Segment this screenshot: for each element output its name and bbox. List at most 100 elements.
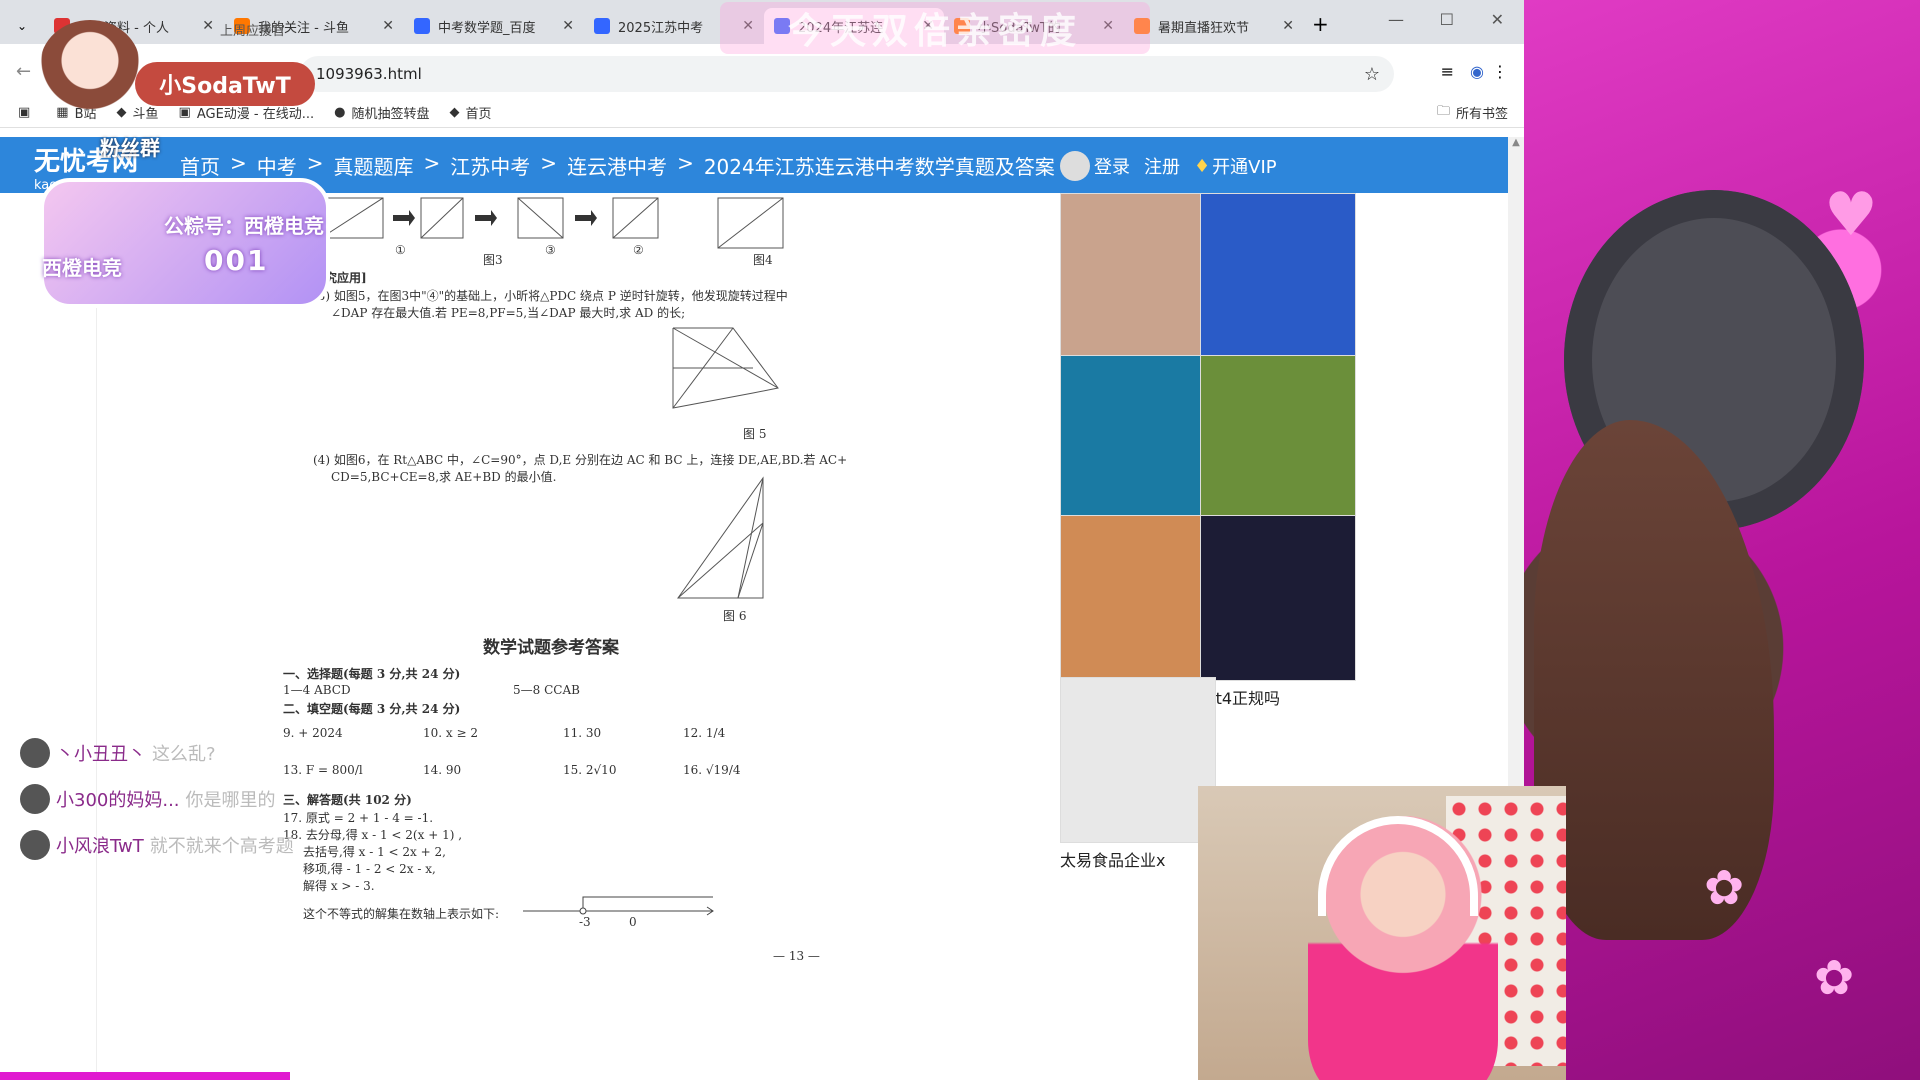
tab-close-icon[interactable]: ✕ [1282, 18, 1294, 34]
tab-favicon-icon [414, 18, 430, 34]
chat-message: 小300的妈妈... 你是哪里的 [20, 776, 300, 822]
answer-10: 10. x ≥ 2 [423, 726, 478, 740]
figure-5 [672, 327, 779, 409]
document-viewer[interactable]: ① 图3 ③ ② 图4 探究应用] (3) 如图5，在图3中"④"的基础上，小昕… [96, 193, 1048, 1073]
question-3b: ∠DAP 存在最大值.若 PE=8,PF=5,当∠DAP 最大时,求 AD 的长… [331, 306, 686, 320]
ad-image [1200, 193, 1356, 359]
answer-18: 18. 去分母,得 x - 1 < 2(x + 1) , [283, 828, 463, 842]
promo-banner: 今天双倍亲密度 [720, 2, 1150, 54]
chat-avatar [20, 830, 50, 860]
diamond-icon: ♦ [1194, 155, 1211, 177]
minimize-button[interactable]: — [1388, 10, 1404, 29]
fig6-label: 图 6 [723, 609, 747, 623]
breadcrumb: 首页 > 中考 > 真题题库 > 江苏中考 > 连云港中考 >2024年江苏连云港中考数学真题及答… [180, 151, 1055, 180]
answer-18d: 解得 x > - 3. [303, 879, 375, 893]
fig-label: 图3 [483, 253, 503, 267]
answer-12: 12. 1/4 [683, 726, 726, 740]
figure-row [320, 197, 784, 249]
answer-title: 数学试题参考答案 [483, 638, 619, 658]
fan-group-label: 粉丝群 [100, 136, 160, 160]
numline-neg3: -3 [579, 915, 591, 929]
tab-favicon-icon [594, 18, 610, 34]
tab[interactable]: 暑期直播狂欢节 ✕ [1124, 8, 1304, 44]
exam-page: ① 图3 ③ ② 图4 探究应用] (3) 如图5，在图3中"④"的基础上，小昕… [283, 193, 963, 1053]
part2-title: 二、填空题(每题 3 分,共 24 分) [283, 702, 461, 716]
bookmark-item[interactable]: ◆ 首页 [450, 103, 492, 122]
all-bookmarks[interactable]: 🗀 所有书签 [1437, 102, 1508, 124]
chat-overlay: 丶小丑丑丶 这么乱? 小300的妈妈... 你是哪里的 小风浪TwT 就不就来个高考题 [20, 730, 300, 868]
breadcrumb-link[interactable]: 首页 [180, 151, 220, 180]
question-4b: CD=5,BC+CE=8,求 AE+BD 的最小值. [331, 470, 557, 484]
tab-close-icon[interactable]: ✕ [382, 18, 394, 34]
ad-image [1060, 193, 1216, 359]
all-bookmarks-label: 所有书签 [1455, 107, 1508, 122]
progress-bar [0, 1072, 290, 1080]
ad-card[interactable]: mt4正规吗 [1200, 515, 1360, 709]
auth-links: 登录 注册 ♦ 开通VIP [1060, 151, 1277, 181]
fig-label: ③ [545, 243, 556, 257]
webcam-overlay [1198, 786, 1566, 1080]
maximize-button[interactable]: ☐ [1440, 10, 1454, 29]
url-text: 1093963.html [316, 65, 422, 83]
scroll-up-icon[interactable]: ▲ [1508, 137, 1524, 148]
chat-avatar [20, 738, 50, 768]
login-link[interactable]: 登录 [1060, 151, 1130, 181]
chat-text: 你是哪里的 [185, 790, 276, 811]
ad-caption: 太易食品企业x [1060, 851, 1166, 870]
profile-icon[interactable]: ◉ [1470, 62, 1484, 81]
breadcrumb-link[interactable]: 2024年江苏连云港中考数学真题及答案 [704, 151, 1055, 180]
sponsor-badge: 公粽号：西橙电竞 001 西橙电竞 [40, 178, 330, 308]
chat-message: 小风浪TwT 就不就来个高考题 [20, 822, 300, 868]
chat-avatar [20, 784, 50, 814]
ad-caption: mt4正规吗 [1200, 689, 1281, 708]
vip-link[interactable]: ♦ 开通VIP [1194, 153, 1277, 179]
bookmark-label: 首页 [465, 107, 492, 122]
answer-18b: 去括号,得 x - 1 < 2x + 2, [303, 845, 446, 859]
breadcrumb-link[interactable]: 连云港中考 [567, 151, 667, 180]
streamer-avatar [40, 20, 140, 110]
chat-message: 丶小丑丑丶 这么乱? [20, 730, 300, 776]
figure-6 [677, 476, 764, 599]
register-link[interactable]: 注册 [1144, 153, 1180, 179]
background-art: ✿ ✿ ♥ [1524, 0, 1920, 1080]
answer-17: 17. 原式 = 2 + 1 - 4 = -1. [283, 811, 434, 825]
answer-11: 11. 30 [563, 726, 602, 740]
breadcrumb-link[interactable]: 中考 [257, 151, 297, 180]
flower-icon: ✿ [1814, 950, 1855, 1006]
page-number: — 13 — [773, 949, 820, 963]
star-icon[interactable]: ☆ [1364, 64, 1380, 85]
media-icon[interactable]: ≡ [1441, 62, 1454, 81]
bookmark-icon: ◆ [449, 105, 460, 120]
ad-image [1060, 515, 1216, 681]
answer-1b: 5—8 CCAB [513, 683, 580, 697]
badge-number: 001 [204, 244, 269, 277]
part3-title: 三、解答题(共 102 分) [283, 793, 412, 807]
new-tab-button[interactable]: + [1312, 12, 1329, 36]
answer-16: 16. √19/4 [683, 763, 741, 777]
question-3: (3) 如图5，在图3中"④"的基础上，小昕将△PDC 绕点 P 逆时针旋转，他… [313, 289, 788, 303]
menu-icon[interactable]: ⋮ [1492, 62, 1508, 81]
ad-image [1200, 515, 1356, 681]
breadcrumb-link[interactable]: 真题题库 [334, 151, 414, 180]
window-close-button[interactable]: ✕ [1491, 10, 1504, 29]
breadcrumb-separator: > [230, 151, 247, 175]
folder-icon: 🗀 [1436, 103, 1450, 119]
user-avatar-icon [1060, 151, 1090, 181]
bookmark-item[interactable]: ▣ [18, 103, 36, 122]
streamer-tag: 上周应援官 小SodaTwT [40, 20, 320, 110]
back-icon[interactable]: ← [16, 61, 31, 82]
ad-card[interactable]: 太易食品企业x [1060, 677, 1220, 871]
tab-close-icon[interactable]: ✕ [562, 18, 574, 34]
tab[interactable]: 中考数学题_百度 ✕ [404, 8, 584, 44]
breadcrumb-link[interactable]: 江苏中考 [450, 151, 530, 180]
url-field[interactable]: 1093963.html ☆ [300, 56, 1394, 92]
tab-title: 暑期直播狂欢节 [1158, 20, 1250, 36]
login-label: 登录 [1094, 157, 1130, 178]
answer-15: 15. 2√10 [563, 763, 617, 777]
tab-list-button[interactable]: ⌄ [0, 8, 44, 44]
bookmark-item[interactable]: ● 随机抽签转盘 [334, 103, 429, 122]
ad-image [1060, 355, 1216, 521]
breadcrumb-separator: > [540, 151, 558, 175]
bookmark-icon: ● [334, 105, 346, 120]
breadcrumb-separator: > [306, 151, 324, 175]
